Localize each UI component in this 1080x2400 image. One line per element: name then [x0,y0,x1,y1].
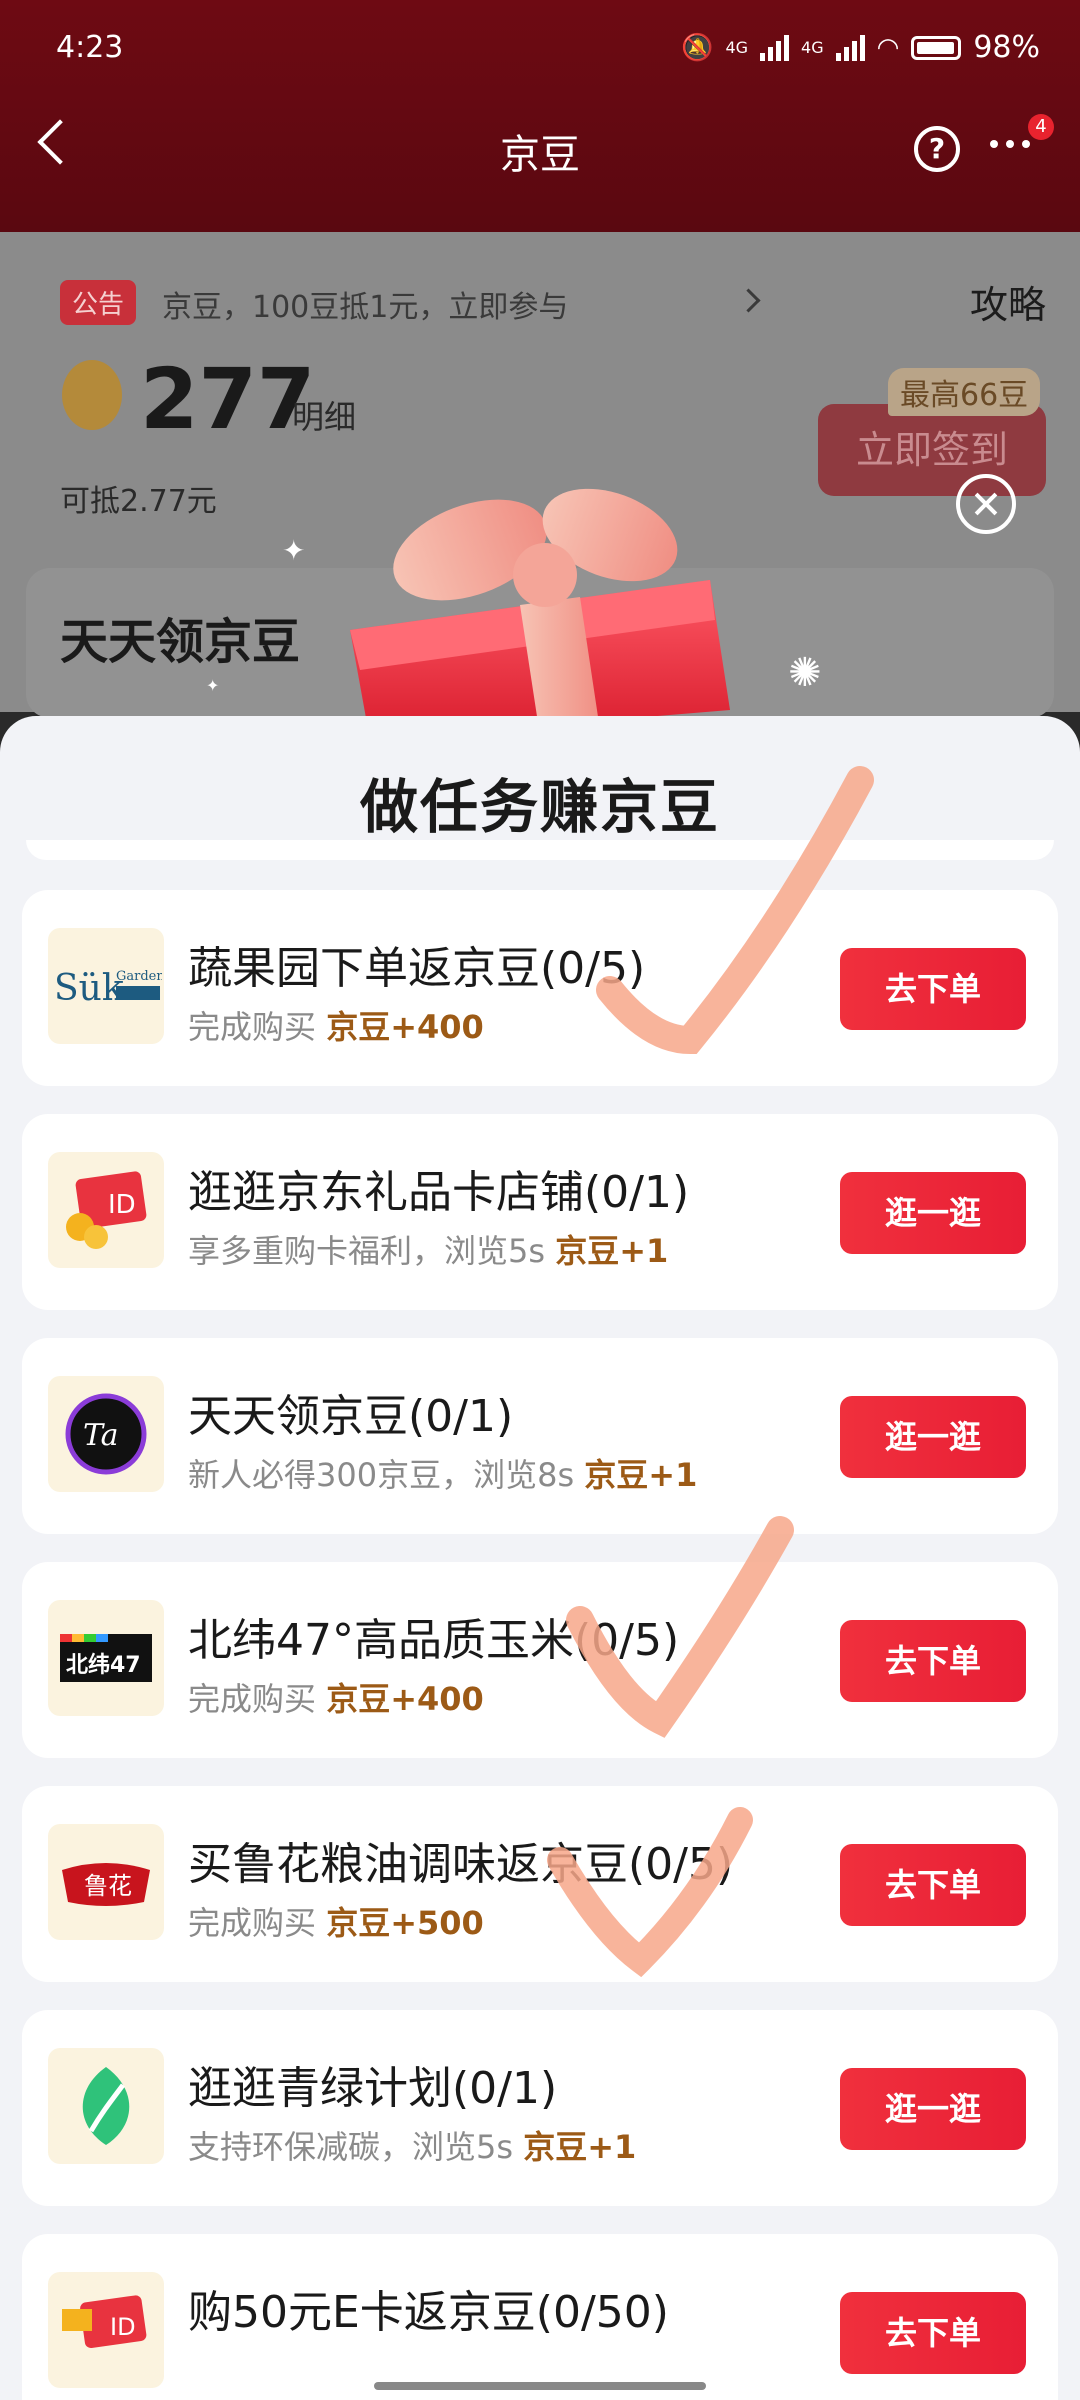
checkmark-icon [566,1516,794,1738]
checkmark-icon [547,1807,753,1978]
checkmark-icon [596,766,874,1055]
home-indicator[interactable] [374,2382,706,2390]
checkmark-overlay [547,766,874,1978]
